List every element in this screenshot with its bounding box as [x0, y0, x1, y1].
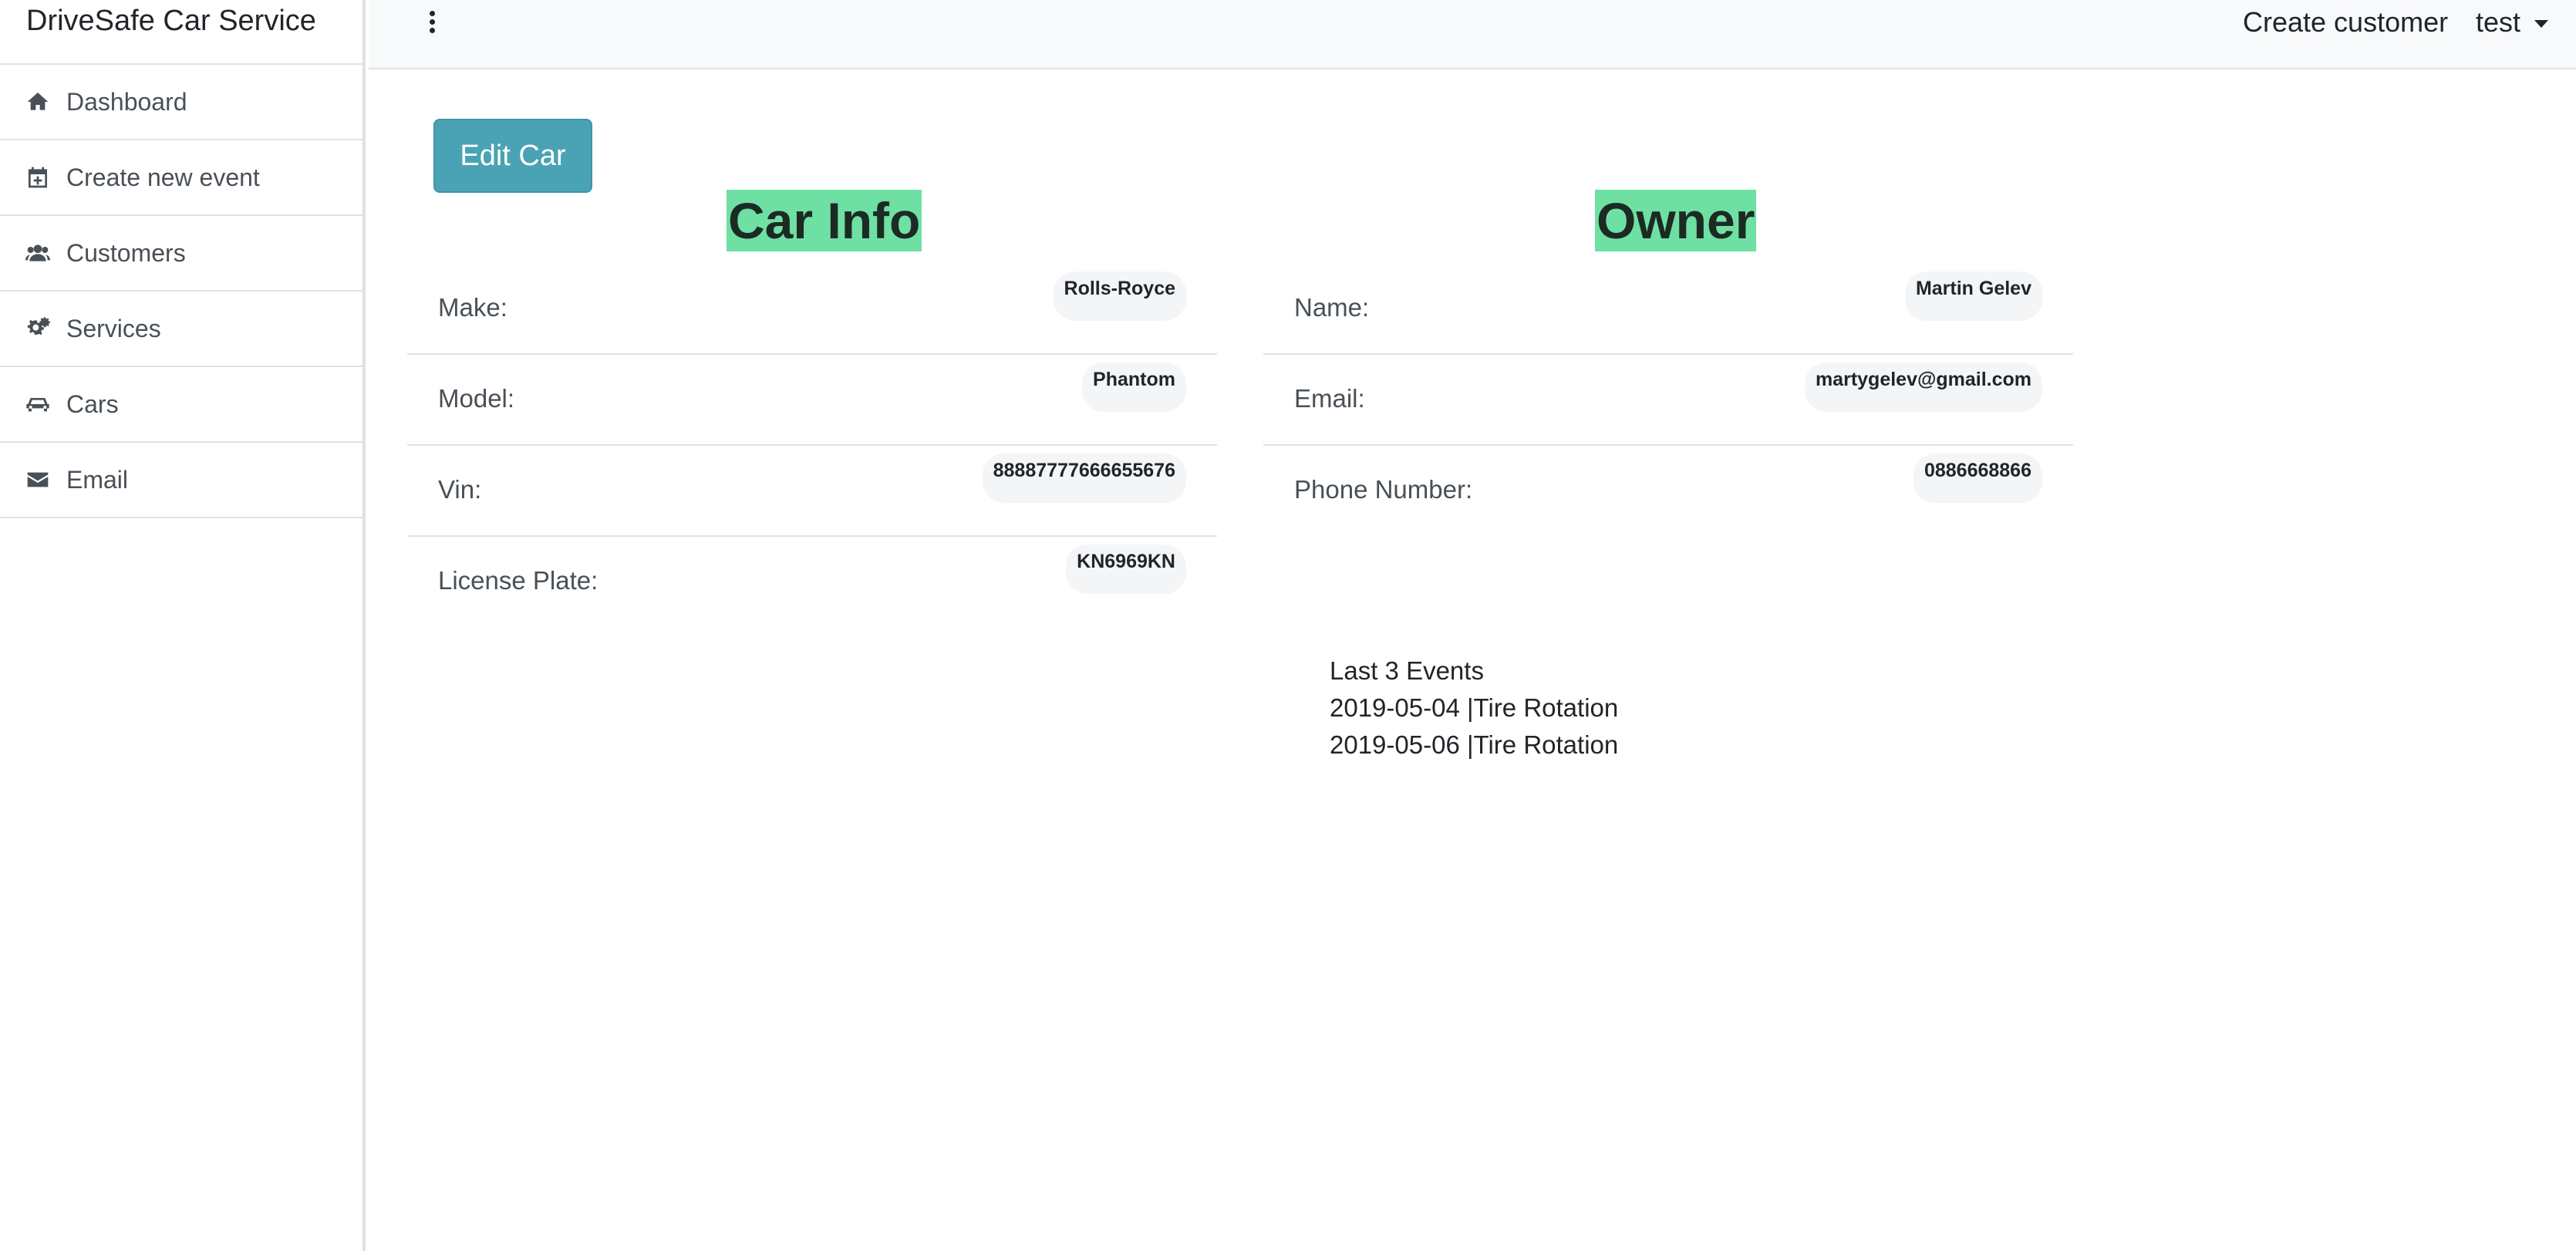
envelope-icon [25, 467, 51, 493]
field-value: Phantom [1082, 362, 1186, 412]
list-item: Name: Martin Gelev [1263, 264, 2073, 355]
sidebar-item-customers[interactable]: Customers [0, 216, 362, 292]
car-info-panel: Make: Rolls-Royce Model: Phantom Vin: 88… [407, 264, 1217, 628]
sidebar-item-label: Cars [66, 389, 119, 418]
topbar: Create customer test [369, 0, 2576, 69]
sidebar-item-cars[interactable]: Cars [0, 367, 362, 443]
brand-title[interactable]: DriveSafe Car Service [0, 0, 362, 65]
field-label: Email: [1294, 384, 1365, 413]
sidebar-item-label: Email [66, 465, 129, 494]
sidebar-item-label: Services [66, 314, 161, 342]
field-value: martygelev@gmail.com [1804, 362, 2042, 412]
field-label: Phone Number: [1294, 475, 1473, 504]
events-list: Last 3 Events 2019-05-04 |Tire Rotation … [1330, 652, 1618, 764]
list-item: Make: Rolls-Royce [407, 264, 1217, 355]
field-value: KN6969KN [1066, 545, 1186, 594]
user-name: test [2476, 6, 2521, 38]
event-item: 2019-05-06 |Tire Rotation [1330, 730, 1619, 759]
home-icon [25, 89, 51, 115]
list-item: License Plate: KN6969KN [407, 537, 1217, 628]
sidebar-item-email[interactable]: Email [0, 443, 362, 518]
field-value: Rolls-Royce [1053, 271, 1186, 321]
owner-title: Owner [1595, 190, 1757, 251]
users-icon [25, 240, 51, 266]
field-value: 88887777666655676 [982, 454, 1186, 503]
sidebar-item-label: Customers [66, 238, 186, 267]
kebab-menu-icon[interactable] [424, 11, 440, 37]
owner-panel: Name: Martin Gelev Email: martygelev@gma… [1263, 264, 2073, 537]
event-item: 2019-05-04 |Tire Rotation [1330, 693, 1619, 722]
sidebar-item-label: Create new event [66, 163, 260, 191]
sidebar: DriveSafe Car Service Dashboard Create n… [0, 0, 366, 1251]
events-title: Last 3 Events [1330, 656, 1484, 685]
sidebar-item-dashboard[interactable]: Dashboard [0, 65, 362, 140]
cogs-icon [25, 315, 51, 342]
create-customer-link[interactable]: Create customer [2243, 6, 2448, 39]
chevron-down-icon [2534, 20, 2549, 29]
field-label: Make: [438, 293, 507, 322]
field-label: Model: [438, 384, 515, 413]
list-item: Model: Phantom [407, 355, 1217, 446]
sidebar-item-label: Dashboard [66, 87, 187, 116]
calendar-plus-icon [25, 164, 51, 191]
car-icon [25, 391, 51, 417]
field-value: 0886668866 [1913, 454, 2042, 503]
user-menu[interactable]: test [2476, 6, 2549, 39]
sidebar-item-create-new-event[interactable]: Create new event [0, 140, 362, 216]
sidebar-item-services[interactable]: Services [0, 292, 362, 367]
list-item: Email: martygelev@gmail.com [1263, 355, 2073, 446]
edit-car-button[interactable]: Edit Car [433, 119, 592, 193]
field-label: Vin: [438, 475, 482, 504]
field-value: Martin Gelev [1904, 271, 2042, 321]
list-item: Vin: 88887777666655676 [407, 446, 1217, 537]
list-item: Phone Number: 0886668866 [1263, 446, 2073, 537]
field-label: License Plate: [438, 566, 598, 595]
car-info-title: Car Info [727, 190, 922, 251]
field-label: Name: [1294, 293, 1370, 322]
